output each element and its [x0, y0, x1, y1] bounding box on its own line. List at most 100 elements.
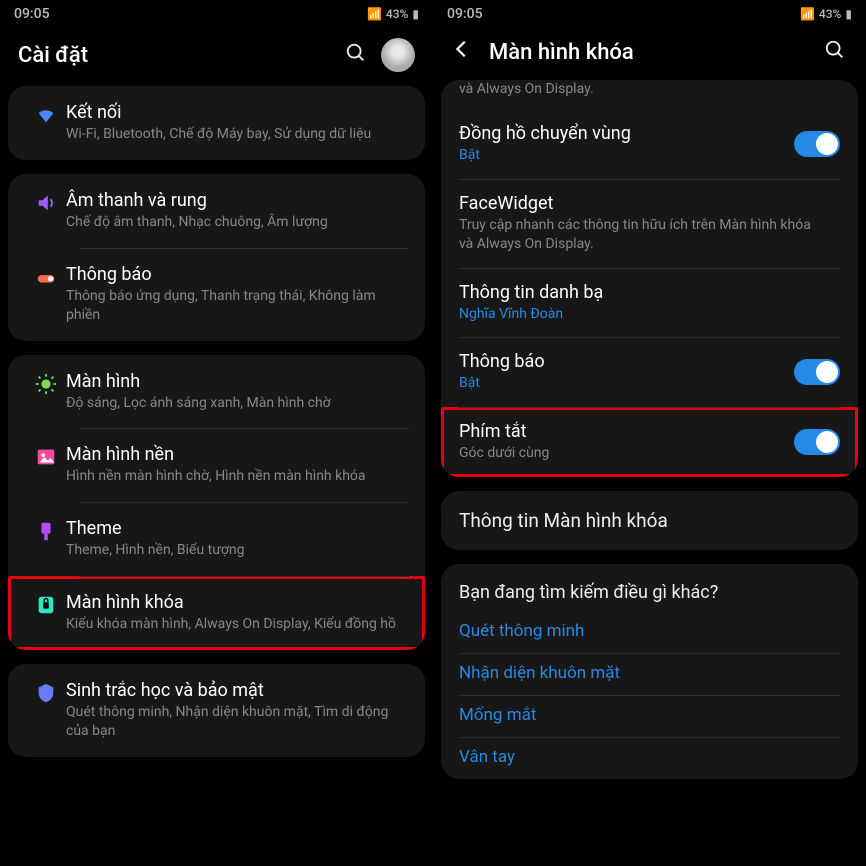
- item-text: Thông tin danh bạ Nghĩa Vĩnh Đoàn: [459, 282, 840, 324]
- item-title: Thông báo: [459, 351, 782, 372]
- item-text: FaceWidget Truy cập nhanh các thông tin …: [459, 193, 840, 254]
- lockscreen-item[interactable]: Thông tin danh bạ Nghĩa Vĩnh Đoàn: [441, 268, 858, 338]
- help-link[interactable]: Mống mắt: [441, 695, 858, 737]
- signal-icon: 📶: [367, 7, 382, 21]
- lockscreen-item[interactable]: Đồng hồ chuyển vùng Bật: [441, 109, 858, 179]
- battery-text: 43%: [819, 7, 841, 21]
- help-title: Bạn đang tìm kiếm điều gì khác?: [441, 564, 858, 611]
- item-text: Kết nối Wi-Fi, Bluetooth, Chế độ Máy bay…: [66, 102, 407, 144]
- item-subtitle: Kiểu khóa màn hình, Always On Display, K…: [66, 615, 407, 634]
- item-title: Âm thanh và rung: [66, 190, 407, 211]
- search-icon[interactable]: [824, 39, 848, 66]
- settings-item[interactable]: Kết nối Wi-Fi, Bluetooth, Chế độ Máy bay…: [8, 86, 425, 160]
- settings-item[interactable]: Thông báo Thông báo ứng dụng, Thanh trạn…: [8, 248, 425, 341]
- settings-group: Màn hình Độ sáng, Lọc ánh sáng xanh, Màn…: [8, 355, 425, 651]
- signal-icon: 📶: [800, 7, 815, 21]
- settings-group: Kết nối Wi-Fi, Bluetooth, Chế độ Máy bay…: [8, 86, 425, 160]
- settings-item[interactable]: Theme Theme, Hình nền, Biểu tượng: [8, 502, 425, 576]
- item-title: Thông báo: [66, 264, 407, 285]
- group-info[interactable]: Thông tin Màn hình khóa: [441, 491, 858, 550]
- help-link[interactable]: Quét thông minh: [441, 611, 858, 653]
- item-subtitle: Thông báo ứng dụng, Thanh trạng thái, Kh…: [66, 287, 407, 325]
- battery-icon: ▮: [412, 7, 419, 21]
- item-title: Theme: [66, 518, 407, 539]
- status-time: 09:05: [447, 6, 483, 22]
- item-text: Màn hình khóa Kiểu khóa màn hình, Always…: [66, 592, 407, 634]
- item-title: Màn hình khóa: [66, 592, 407, 613]
- notification-icon: [26, 264, 66, 288]
- item-subtitle: Truy cập nhanh các thông tin hữu ích trê…: [459, 216, 828, 254]
- status-right: 📶 43% ▮: [367, 7, 419, 21]
- link-label: Mống mắt: [459, 705, 536, 725]
- item-text: Thông báo Thông báo ứng dụng, Thanh trạn…: [66, 264, 407, 325]
- avatar[interactable]: [381, 38, 415, 72]
- battery-text: 43%: [386, 7, 408, 21]
- group-help: Bạn đang tìm kiếm điều gì khác? Quét thô…: [441, 564, 858, 779]
- item-text: Màn hình nền Hình nền màn hình chờ, Hình…: [66, 444, 407, 486]
- toggle-switch[interactable]: [794, 359, 840, 385]
- item-subtitle: Chế độ âm thanh, Nhạc chuông, Âm lượng: [66, 213, 407, 232]
- item-title: Sinh trắc học và bảo mật: [66, 680, 407, 701]
- link-label: Quét thông minh: [459, 621, 584, 641]
- info-section-title: Thông tin Màn hình khóa: [441, 491, 858, 550]
- battery-icon: ▮: [845, 7, 852, 21]
- item-title: Màn hình: [66, 371, 407, 392]
- wifi-icon: [26, 102, 66, 126]
- item-subtitle: Quét thông minh, Nhận diện khuôn mặt, Tì…: [66, 703, 407, 741]
- biometric-icon: [26, 680, 66, 704]
- item-text: Thông báo Bật: [459, 351, 794, 393]
- settings-group: Âm thanh và rung Chế độ âm thanh, Nhạc c…: [8, 174, 425, 341]
- item-subtitle: Wi-Fi, Bluetooth, Chế độ Máy bay, Sử dụn…: [66, 125, 407, 144]
- lockscreen-settings-screen: 09:05 📶 43% ▮ Màn hình khóa và Always On…: [433, 0, 866, 866]
- lockscreen-item[interactable]: FaceWidget Truy cập nhanh các thông tin …: [441, 179, 858, 268]
- page-title: Màn hình khóa: [489, 40, 812, 65]
- sound-icon: [26, 190, 66, 214]
- header: Cài đặt: [0, 28, 433, 86]
- item-subtitle: Bật: [459, 374, 782, 393]
- item-title: Đồng hồ chuyển vùng: [459, 123, 782, 144]
- toggle-switch[interactable]: [794, 429, 840, 455]
- display-icon: [26, 371, 66, 395]
- status-time: 09:05: [14, 6, 50, 22]
- settings-item[interactable]: Sinh trắc học và bảo mật Quét thông minh…: [8, 664, 425, 757]
- lockscreen-item[interactable]: Phím tắt Góc dưới cùng: [441, 407, 858, 477]
- lockscreen-item[interactable]: Thông báo Bật: [441, 337, 858, 407]
- item-title: Phím tắt: [459, 421, 782, 442]
- header: Màn hình khóa: [433, 28, 866, 80]
- item-text: Đồng hồ chuyển vùng Bật: [459, 123, 794, 165]
- link-label: Nhận diện khuôn mặt: [459, 663, 620, 683]
- item-text: Phím tắt Góc dưới cùng: [459, 421, 794, 463]
- help-link[interactable]: Nhận diện khuôn mặt: [441, 653, 858, 695]
- back-icon[interactable]: [451, 38, 475, 66]
- toggle-switch[interactable]: [794, 131, 840, 157]
- item-subtitle: Góc dưới cùng: [459, 444, 782, 463]
- settings-item[interactable]: Màn hình khóa Kiểu khóa màn hình, Always…: [8, 576, 425, 650]
- item-subtitle: Bật: [459, 146, 782, 165]
- item-subtitle: Hình nền màn hình chờ, Hình nền màn hình…: [66, 467, 407, 486]
- intro-text: và Always On Display.: [441, 80, 858, 109]
- theme-icon: [26, 518, 66, 542]
- page-title: Cài đặt: [18, 43, 333, 68]
- item-title: FaceWidget: [459, 193, 828, 214]
- wallpaper-icon: [26, 444, 66, 468]
- item-title: Màn hình nền: [66, 444, 407, 465]
- group-top: và Always On Display. Đồng hồ chuyển vùn…: [441, 80, 858, 477]
- settings-list[interactable]: Kết nối Wi-Fi, Bluetooth, Chế độ Máy bay…: [0, 86, 433, 866]
- status-right: 📶 43% ▮: [800, 7, 852, 21]
- item-title: Kết nối: [66, 102, 407, 123]
- settings-item[interactable]: Màn hình nền Hình nền màn hình chờ, Hình…: [8, 428, 425, 502]
- settings-item[interactable]: Màn hình Độ sáng, Lọc ánh sáng xanh, Màn…: [8, 355, 425, 429]
- status-bar: 09:05 📶 43% ▮: [433, 0, 866, 28]
- status-bar: 09:05 📶 43% ▮: [0, 0, 433, 28]
- item-text: Sinh trắc học và bảo mật Quét thông minh…: [66, 680, 407, 741]
- item-subtitle: Độ sáng, Lọc ánh sáng xanh, Màn hình chờ: [66, 394, 407, 413]
- search-icon[interactable]: [345, 42, 369, 69]
- help-link[interactable]: Vân tay: [441, 737, 858, 779]
- lock-icon: [26, 592, 66, 616]
- item-title: Thông tin danh bạ: [459, 282, 828, 303]
- settings-item[interactable]: Âm thanh và rung Chế độ âm thanh, Nhạc c…: [8, 174, 425, 248]
- item-subtitle: Nghĩa Vĩnh Đoàn: [459, 305, 828, 324]
- item-text: Theme Theme, Hình nền, Biểu tượng: [66, 518, 407, 560]
- lockscreen-list[interactable]: và Always On Display. Đồng hồ chuyển vùn…: [433, 80, 866, 866]
- settings-group: Sinh trắc học và bảo mật Quét thông minh…: [8, 664, 425, 757]
